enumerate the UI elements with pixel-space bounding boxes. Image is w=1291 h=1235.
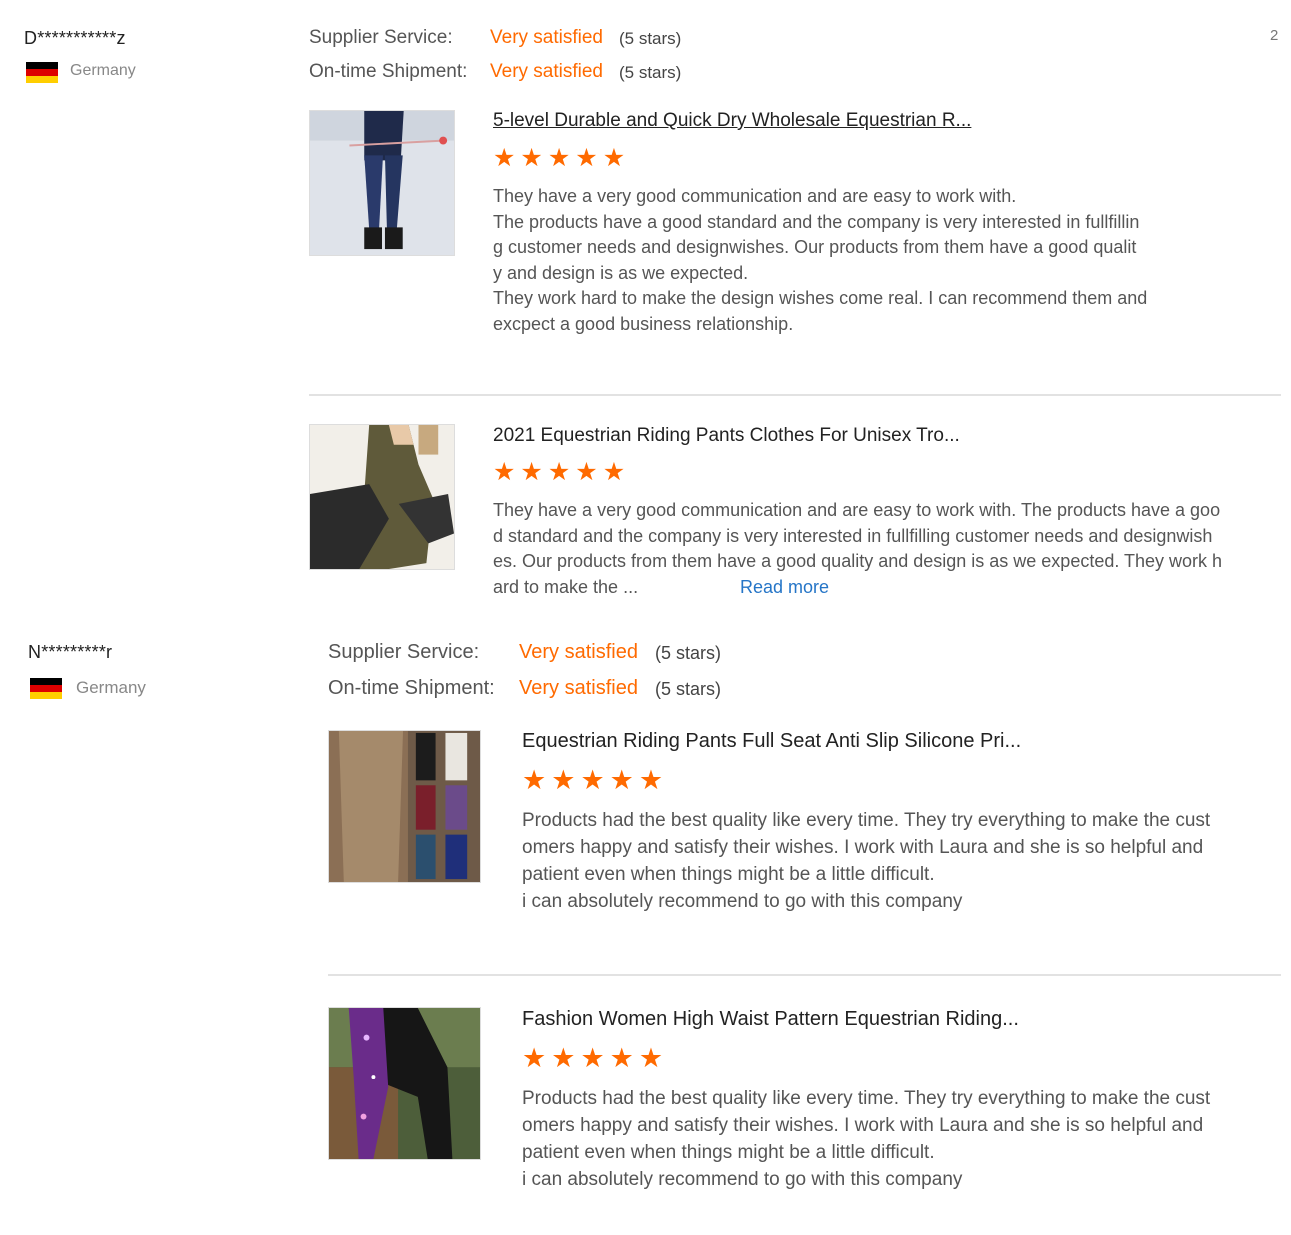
shipment-stars: (5 stars) xyxy=(619,63,682,82)
reviewer-country: Germany xyxy=(70,62,136,79)
star-icon: ★ xyxy=(551,765,576,795)
review-text: They have a very good communication and … xyxy=(493,186,1148,334)
product-title-link[interactable]: 2021 Equestrian Riding Pants Clothes For… xyxy=(493,425,960,447)
star-icon: ★ xyxy=(575,144,598,172)
product-title-link[interactable]: 5-level Durable and Quick Dry Wholesale … xyxy=(493,110,971,132)
shipment-value: Very satisfied xyxy=(519,677,638,699)
star-icon: ★ xyxy=(493,144,516,172)
star-icon: ★ xyxy=(493,458,516,486)
page-number: 2 xyxy=(1270,27,1279,44)
supplier-service-label: Supplier Service: xyxy=(328,641,480,663)
star-icon: ★ xyxy=(609,1043,634,1073)
reviewer-name: D***********z xyxy=(24,28,126,48)
star-icon: ★ xyxy=(580,765,605,795)
shipment-label: On-time Shipment: xyxy=(309,61,468,82)
supplier-service-value: Very satisfied xyxy=(490,27,603,48)
product-title-link[interactable]: Equestrian Riding Pants Full Seat Anti S… xyxy=(522,730,1021,753)
review-text: They have a very good communication and … xyxy=(493,500,1223,597)
supplier-service-label: Supplier Service: xyxy=(309,27,453,48)
reviewer-country: Germany xyxy=(76,678,146,697)
star-icon: ★ xyxy=(522,765,547,795)
star-icon: ★ xyxy=(547,458,571,486)
divider xyxy=(309,394,1281,396)
star-icon: ★ xyxy=(602,458,626,486)
divider xyxy=(328,974,1281,976)
review-text: Products had the best quality like every… xyxy=(522,1088,1211,1190)
shipment-label: On-time Shipment: xyxy=(328,677,495,699)
star-icon: ★ xyxy=(609,765,634,795)
star-icon: ★ xyxy=(522,1043,547,1073)
review-text: Products had the best quality like every… xyxy=(522,810,1211,912)
shipment-value: Very satisfied xyxy=(490,61,603,82)
star-icon: ★ xyxy=(575,458,598,486)
product-title-link[interactable]: Fashion Women High Waist Pattern Equestr… xyxy=(522,1008,1019,1031)
supplier-service-value: Very satisfied xyxy=(519,641,638,663)
germany-flag-icon xyxy=(30,678,62,699)
star-icon: ★ xyxy=(551,1043,576,1073)
star-icon: ★ xyxy=(580,1043,605,1073)
shipment-stars: (5 stars) xyxy=(655,679,722,699)
star-icon: ★ xyxy=(520,458,543,486)
product-rating: ★ ★ ★ ★ ★ xyxy=(522,1045,663,1072)
product-rating: ★ ★ ★ ★ ★ xyxy=(493,460,625,485)
read-more-link[interactable]: Read more xyxy=(740,577,829,598)
star-icon: ★ xyxy=(547,144,571,172)
supplier-service-stars: (5 stars) xyxy=(655,643,722,663)
germany-flag-icon xyxy=(26,62,58,83)
star-icon: ★ xyxy=(602,144,626,172)
product-rating: ★ ★ ★ ★ ★ xyxy=(493,146,625,171)
product-image[interactable] xyxy=(328,1007,481,1160)
product-image[interactable] xyxy=(309,424,455,570)
reviewer-name: N*********r xyxy=(28,642,113,662)
star-icon: ★ xyxy=(638,765,664,795)
product-image[interactable] xyxy=(309,110,455,256)
product-image[interactable] xyxy=(328,730,481,883)
supplier-service-stars: (5 stars) xyxy=(619,29,682,48)
product-rating: ★ ★ ★ ★ ★ xyxy=(522,767,663,794)
star-icon: ★ xyxy=(638,1043,664,1073)
star-icon: ★ xyxy=(520,144,543,172)
